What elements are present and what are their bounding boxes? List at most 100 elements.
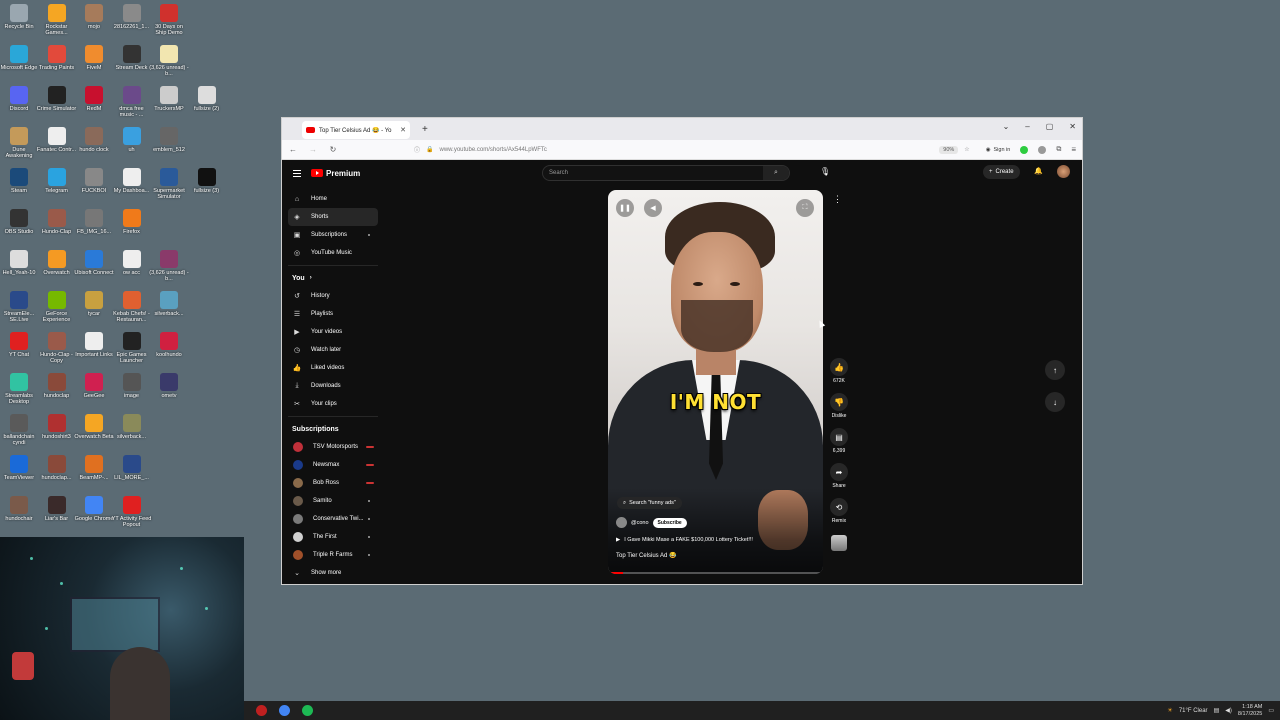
channel-handle[interactable]: @cono — [631, 520, 649, 526]
guide-menu-icon[interactable] — [293, 169, 301, 177]
desktop-icon[interactable]: StreamEle... SE.Live — [0, 291, 38, 323]
sidebar-item-watch-later[interactable]: ◷ Watch later — [288, 341, 378, 359]
desktop-icon[interactable]: 28162261_1... — [113, 4, 151, 30]
desktop-icon[interactable]: silverback... — [113, 414, 151, 440]
microphone-icon[interactable]: 🎙 — [820, 167, 830, 176]
desktop-icon[interactable]: Steam — [0, 168, 38, 194]
tab-youtube-short[interactable]: Top Tier Celsius Ad 😂 - Yo ✕ — [302, 121, 410, 139]
tab-list-icon[interactable]: ⌄ — [1003, 122, 1010, 131]
subscription-channel[interactable]: TSV Motorsports — [288, 438, 378, 456]
channel-avatar[interactable] — [616, 517, 627, 528]
desktop-icon[interactable]: Streamlabs Desktop — [0, 373, 38, 405]
volume-icon[interactable]: ◀ — [644, 199, 662, 217]
extension-icon[interactable] — [1038, 145, 1047, 154]
like-icon[interactable]: 👍 — [830, 358, 848, 376]
sidebar-item-your-clips[interactable]: ✂ Your clips — [288, 395, 378, 413]
desktop-icon[interactable]: FiveM — [75, 45, 113, 71]
desktop-icon[interactable]: tycar — [75, 291, 113, 317]
desktop-icon[interactable]: (3,626 unread) - b... — [149, 250, 189, 282]
subscription-channel[interactable]: Bob Ross — [288, 474, 378, 492]
desktop-icon[interactable]: ometv — [150, 373, 188, 399]
back-icon[interactable]: ← — [288, 145, 298, 154]
sidebar-item-downloads[interactable]: ⤓ Downloads — [288, 377, 378, 395]
desktop-icon[interactable]: TruckersMP — [150, 86, 188, 112]
desktop-icon[interactable]: koolhundo — [150, 332, 188, 358]
desktop-icon[interactable]: Overwatch Beta — [74, 414, 114, 440]
more-options-icon[interactable]: ⋮ — [833, 194, 842, 205]
site-info-icon[interactable]: ⓘ — [414, 145, 420, 154]
weather-icon[interactable]: ☀ — [1167, 707, 1172, 714]
desktop-icon[interactable]: LIL_MORE_... — [113, 455, 151, 481]
close-tab-icon[interactable]: ✕ — [400, 126, 406, 134]
notifications-bell-icon[interactable]: 🔔 — [1034, 167, 1043, 175]
notifications-icon[interactable]: ▭ — [1268, 707, 1274, 714]
taskbar-app-icon[interactable] — [256, 705, 267, 716]
desktop-icon[interactable]: Dune Awakening — [0, 127, 38, 159]
sidebar-item-subscriptions[interactable]: ▣ Subscriptions — [288, 226, 378, 244]
desktop-icon[interactable]: BeamMP-... — [75, 455, 113, 481]
desktop-icon[interactable]: ballandchain cyndi — [0, 414, 38, 446]
desktop-icon[interactable]: Google Chrome — [75, 496, 113, 522]
sidebar-item-liked-videos[interactable]: 👍 Liked videos — [288, 359, 378, 377]
desktop-icon[interactable]: Hundo-Clap — [38, 209, 76, 235]
desktop-icon[interactable]: (3,626 unread) - b... — [149, 45, 189, 77]
share-icon[interactable]: ➦ — [830, 463, 848, 481]
related-video-link[interactable]: ▶ I Gave Mikki Mase a FAKE $100,000 Lott… — [616, 537, 753, 543]
desktop-icon[interactable]: Microsoft Edge — [0, 45, 38, 71]
desktop-icon[interactable]: image — [113, 373, 151, 399]
desktop-icon[interactable]: fullsize (2) — [188, 86, 226, 112]
related-search-pill[interactable]: ⌕ Search "funny ads" — [617, 497, 682, 509]
taskbar-spotify-icon[interactable] — [302, 705, 313, 716]
desktop-icon[interactable]: GeeGee — [75, 373, 113, 399]
desktop-icon[interactable]: FUCKBOI — [75, 168, 113, 194]
desktop-icon[interactable]: Telegram — [38, 168, 76, 194]
new-tab-button[interactable]: + — [422, 124, 428, 135]
weather-text[interactable]: 71°F Clear — [1179, 708, 1208, 714]
pause-icon[interactable]: ❚❚ — [616, 199, 634, 217]
desktop-icon[interactable]: hundoshirt3 — [38, 414, 76, 440]
desktop-icon[interactable]: FB_IMG_16... — [75, 209, 113, 235]
desktop-icon[interactable]: Important Links — [75, 332, 113, 358]
sidebar-item-youtube-music[interactable]: ◎ YouTube Music — [288, 244, 378, 262]
desktop-icon[interactable]: Discord — [0, 86, 38, 112]
bookmark-star-icon[interactable]: ☆ — [964, 146, 969, 153]
url-text[interactable]: www.youtube.com/shorts/Ax544LpWFTc — [440, 147, 547, 153]
desktop-icon[interactable]: Hell_Yeah-10 — [0, 250, 38, 276]
desktop-icon[interactable]: OBS Studio — [0, 209, 38, 235]
subscribe-button[interactable]: Subscribe — [652, 517, 687, 528]
close-window-icon[interactable]: ✕ — [1069, 122, 1076, 131]
shorts-player[interactable]: I'M NOT ❚❚ ◀ ⛶ ⌕ Search "funny ads" @con… — [608, 190, 823, 574]
comment-icon[interactable]: ▤ — [830, 428, 848, 446]
clock[interactable]: 1:18 AM 8/17/2025 — [1238, 704, 1262, 718]
desktop-icon[interactable]: Liar's Bar — [38, 496, 76, 522]
desktop-icon[interactable]: hundoclap... — [38, 455, 76, 481]
desktop-icon[interactable]: Hundo-Clap - Copy — [38, 332, 76, 364]
volume-icon[interactable]: ◀) — [1225, 707, 1232, 714]
youtube-logo[interactable]: Premium — [311, 169, 360, 178]
short-title[interactable]: Top Tier Celsius Ad 😂 — [616, 552, 677, 559]
sidebar-item-shorts[interactable]: ◈ Shorts — [288, 208, 378, 226]
dislike-icon[interactable]: 👎 — [830, 393, 848, 411]
desktop-icon[interactable]: dmca free music - ... — [113, 86, 151, 118]
desktop-icon[interactable]: fullsize (3) — [188, 168, 226, 194]
desktop-icon[interactable]: mojo — [75, 4, 113, 30]
desktop-icon[interactable]: silverback... — [150, 291, 188, 317]
search-button[interactable]: ⌕ — [763, 166, 789, 180]
account-avatar[interactable] — [1057, 165, 1070, 178]
desktop-icon[interactable]: Recycle Bin — [0, 4, 38, 30]
desktop-icon[interactable]: hundo clock — [75, 127, 113, 153]
sidebar-item-home[interactable]: ⌂ Home — [288, 190, 378, 208]
desktop-icon[interactable]: Supermarket Simulator — [150, 168, 188, 200]
reload-icon[interactable]: ↻ — [328, 145, 338, 154]
desktop-icon[interactable]: My Dashboa... — [113, 168, 151, 194]
address-bar[interactable]: ⓘ 🔒 www.youtube.com/shorts/Ax544LpWFTc 9… — [408, 143, 976, 157]
menu-icon[interactable]: ≡ — [1071, 145, 1076, 154]
desktop-icon[interactable]: Kebab Chefs! - Restauran... — [113, 291, 151, 323]
sidebar-item-history[interactable]: ↺ History — [288, 287, 378, 305]
sidebar-item-your-videos[interactable]: ▶ Your videos — [288, 323, 378, 341]
desktop-icon[interactable]: Overwatch — [38, 250, 76, 276]
extensions-puzzle-icon[interactable]: ⧉ — [1056, 146, 1061, 154]
desktop-icon[interactable]: emblem_512 — [150, 127, 188, 153]
desktop-icon[interactable]: uh — [113, 127, 151, 153]
zoom-level[interactable]: 90% — [939, 145, 959, 154]
